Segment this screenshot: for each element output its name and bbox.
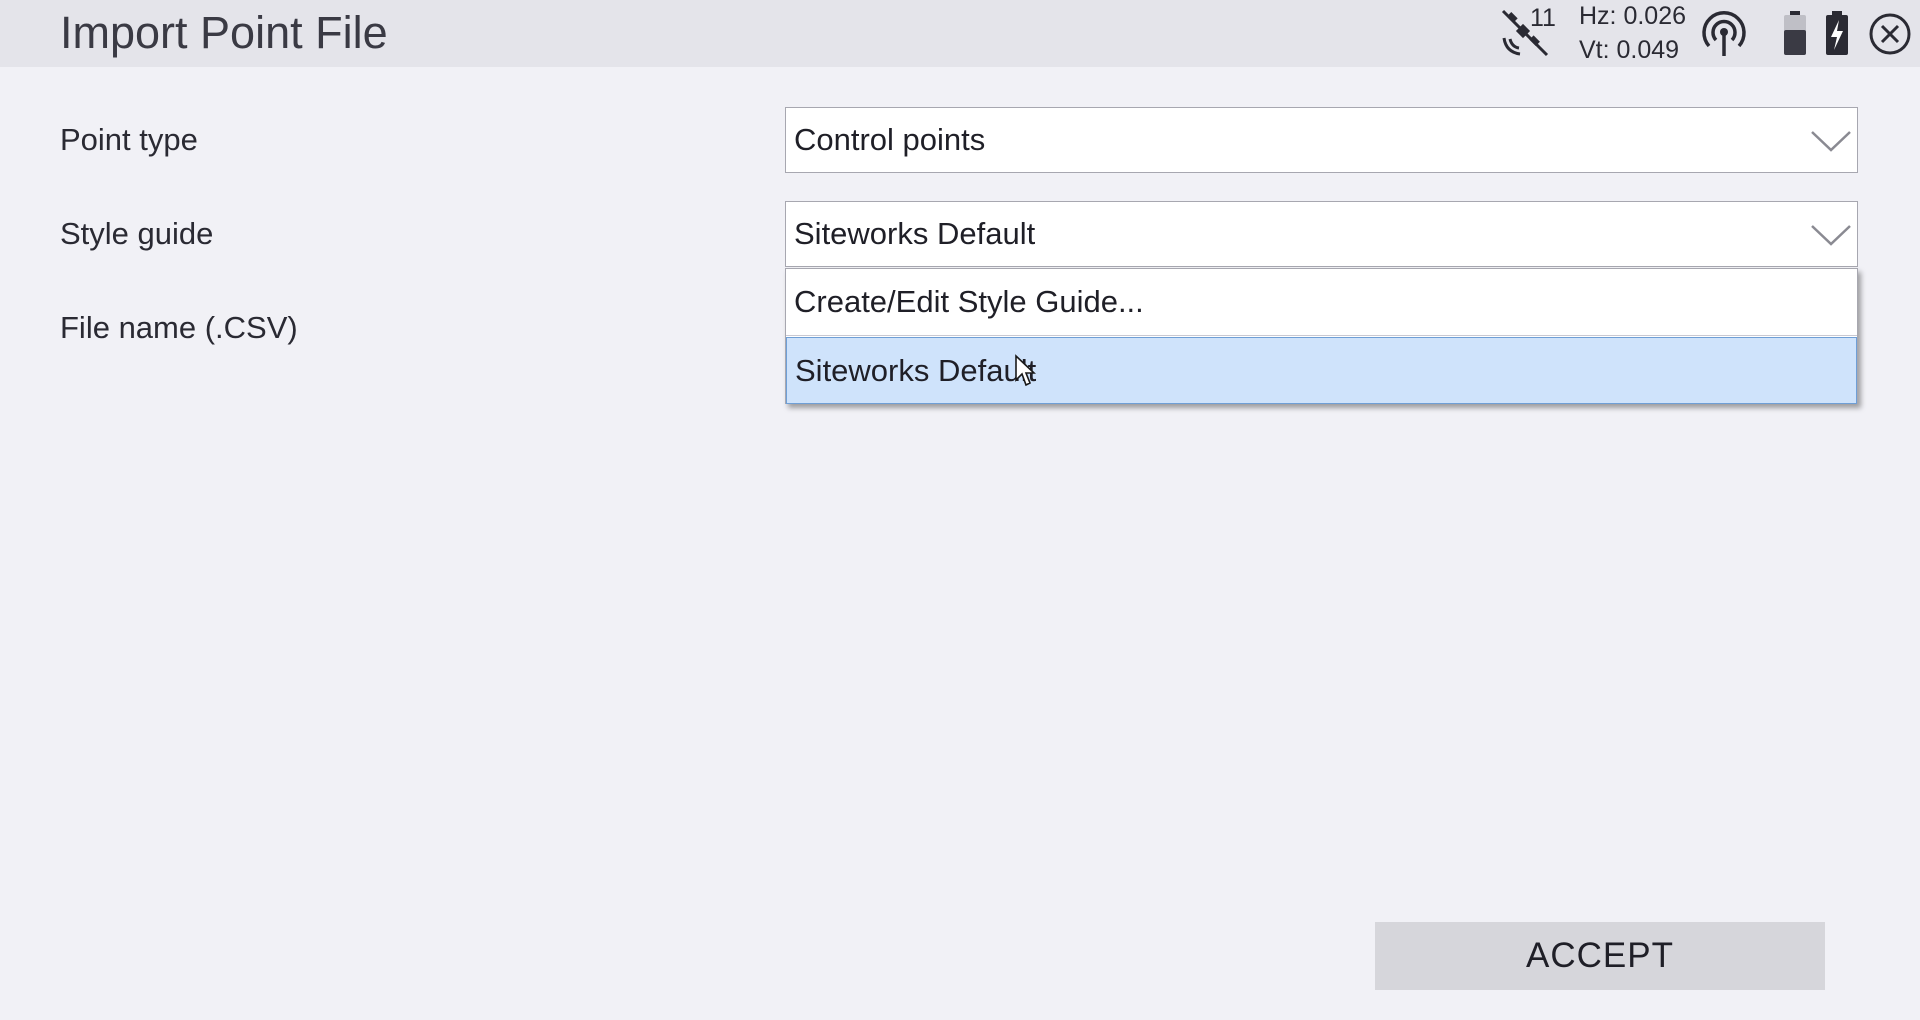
dropdown-option-create-edit[interactable]: Create/Edit Style Guide... (786, 269, 1857, 336)
chevron-down-icon (1811, 225, 1851, 246)
point-type-label: Point type (60, 122, 198, 157)
option-label: Create/Edit Style Guide... (794, 284, 1144, 319)
radio-signal-icon (1702, 11, 1746, 56)
file-name-label: File name (.CSV) (60, 310, 298, 345)
title-bar: Import Point File 11 Hz: 0.026 Vt: 0.049 (0, 0, 1920, 67)
close-icon[interactable] (1868, 12, 1912, 56)
dropdown-option-siteworks-default[interactable]: Siteworks Default (786, 337, 1857, 404)
battery-icon (1784, 11, 1806, 55)
option-label: Siteworks Default (795, 353, 1037, 388)
mouse-pointer-icon (1015, 354, 1036, 387)
vt-accuracy: Vt: 0.049 (1579, 36, 1680, 64)
point-type-select[interactable]: Control points (785, 107, 1858, 173)
accept-button[interactable]: ACCEPT (1375, 922, 1825, 990)
chevron-down-icon (1811, 131, 1851, 152)
style-guide-dropdown-list: Create/Edit Style Guide... Siteworks Def… (785, 268, 1858, 404)
hz-accuracy: Hz: 0.026 (1579, 2, 1687, 30)
style-guide-select[interactable]: Siteworks Default (785, 201, 1858, 267)
battery-charging-icon (1826, 11, 1848, 55)
style-guide-label: Style guide (60, 216, 214, 251)
point-type-value: Control points (794, 122, 986, 157)
satellite-count: 11 (1530, 4, 1556, 32)
style-guide-value: Siteworks Default (794, 216, 1036, 251)
page-title: Import Point File (60, 7, 388, 58)
